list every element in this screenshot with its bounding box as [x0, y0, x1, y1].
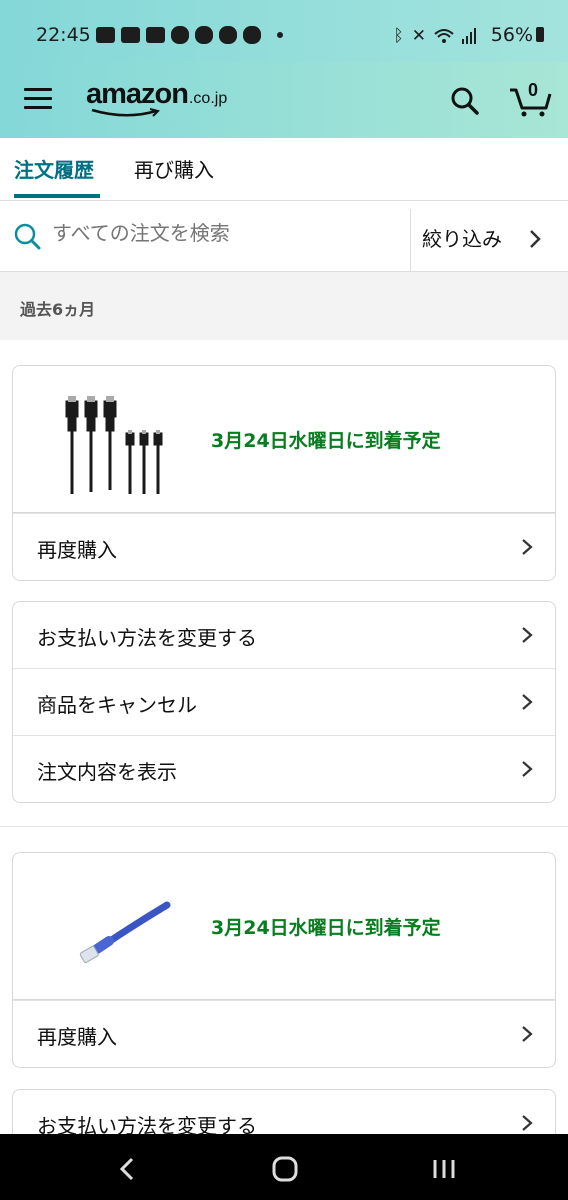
time-period-title: 過去6ヵ月	[20, 300, 96, 319]
chevron-right-icon[interactable]	[528, 229, 542, 249]
filter-divider	[410, 209, 411, 271]
view-order-details-row[interactable]: 注文内容を表示	[13, 735, 555, 802]
buy-again-label: 再度購入	[37, 1025, 117, 1049]
change-payment-label: お支払い方法を変更する	[37, 626, 257, 650]
order-search-bar: 絞り込み	[0, 201, 568, 272]
order-search-input[interactable]	[52, 221, 392, 245]
mute-icon: ✕	[411, 26, 426, 46]
order-card: 3月24日水曜日に到着予定 再度購入	[12, 852, 556, 1068]
active-tab-indicator	[14, 194, 100, 198]
order-actions-card: お支払い方法を変更する 商品をキャンセル 注文内容を表示	[12, 601, 556, 803]
status-bar: 22:45 ᛒ ✕ 56%	[0, 0, 568, 62]
order-card: 3月24日水曜日に到着予定 再度購入	[12, 365, 556, 581]
logo-text: amazon	[86, 78, 189, 110]
chevron-right-icon	[522, 1115, 533, 1131]
recent-apps-icon[interactable]	[432, 1158, 456, 1180]
tab-buy-again[interactable]: 再び購入	[134, 154, 214, 183]
change-payment-row[interactable]: お支払い方法を変更する	[13, 602, 555, 668]
order-divider	[0, 826, 568, 827]
tab-order-history[interactable]: 注文履歴	[14, 154, 94, 183]
buy-again-row[interactable]: 再度購入	[13, 513, 555, 580]
more-dot-icon	[277, 32, 283, 38]
cart-button[interactable]: 0	[508, 80, 552, 118]
home-icon[interactable]	[272, 1156, 298, 1182]
battery-percent: 56%	[490, 24, 533, 46]
logo-smile-icon	[91, 108, 160, 117]
chevron-right-icon	[522, 761, 533, 777]
product-image-usb-cables[interactable]	[57, 386, 177, 496]
battery-indicator: 56%	[491, 24, 544, 46]
search-icon	[14, 223, 41, 250]
app-icon	[146, 27, 165, 43]
menu-icon[interactable]	[24, 88, 52, 110]
notification-icons	[96, 26, 283, 44]
cancel-item-row[interactable]: 商品をキャンセル	[13, 668, 555, 735]
chevron-right-icon	[522, 539, 533, 555]
cart-count: 0	[528, 80, 539, 100]
status-time: 22:45	[36, 24, 91, 46]
amazon-logo[interactable]: amazon.co.jp	[86, 78, 227, 118]
cancel-item-label: 商品をキャンセル	[37, 693, 197, 717]
order-tabs: 注文履歴 再び購入	[0, 138, 568, 201]
buy-again-row[interactable]: 再度購入	[13, 1000, 555, 1067]
order-product[interactable]: 3月24日水曜日に到着予定	[13, 853, 555, 1000]
news-icon	[96, 27, 115, 43]
bluetooth-icon: ᛒ	[393, 26, 404, 46]
time-period-header: 過去6ヵ月	[0, 272, 568, 340]
game-icon	[219, 26, 237, 44]
view-order-details-label: 注文内容を表示	[37, 760, 177, 784]
game-icon	[243, 26, 261, 44]
back-icon[interactable]	[118, 1156, 136, 1182]
game-icon	[195, 26, 213, 44]
delivery-status: 3月24日水曜日に到着予定	[211, 917, 441, 939]
game-icon	[171, 26, 189, 44]
battery-icon	[536, 27, 544, 42]
filter-button[interactable]: 絞り込み	[422, 223, 502, 252]
youtube-icon	[121, 27, 140, 43]
app-header: amazon.co.jp 0	[0, 62, 568, 138]
logo-suffix: .co.jp	[188, 90, 228, 107]
delivery-status: 3月24日水曜日に到着予定	[211, 430, 441, 452]
system-icons: ᛒ ✕	[394, 26, 476, 46]
search-icon[interactable]	[450, 86, 480, 116]
chevron-right-icon	[522, 1026, 533, 1042]
order-product[interactable]: 3月24日水曜日に到着予定	[13, 366, 555, 513]
system-nav-bar	[0, 1134, 568, 1200]
product-image-lan-cable[interactable]	[57, 873, 177, 983]
chevron-right-icon	[522, 627, 533, 643]
wifi-icon	[434, 29, 454, 43]
buy-again-label: 再度購入	[37, 538, 117, 562]
chevron-right-icon	[522, 694, 533, 710]
signal-icon	[462, 28, 476, 44]
